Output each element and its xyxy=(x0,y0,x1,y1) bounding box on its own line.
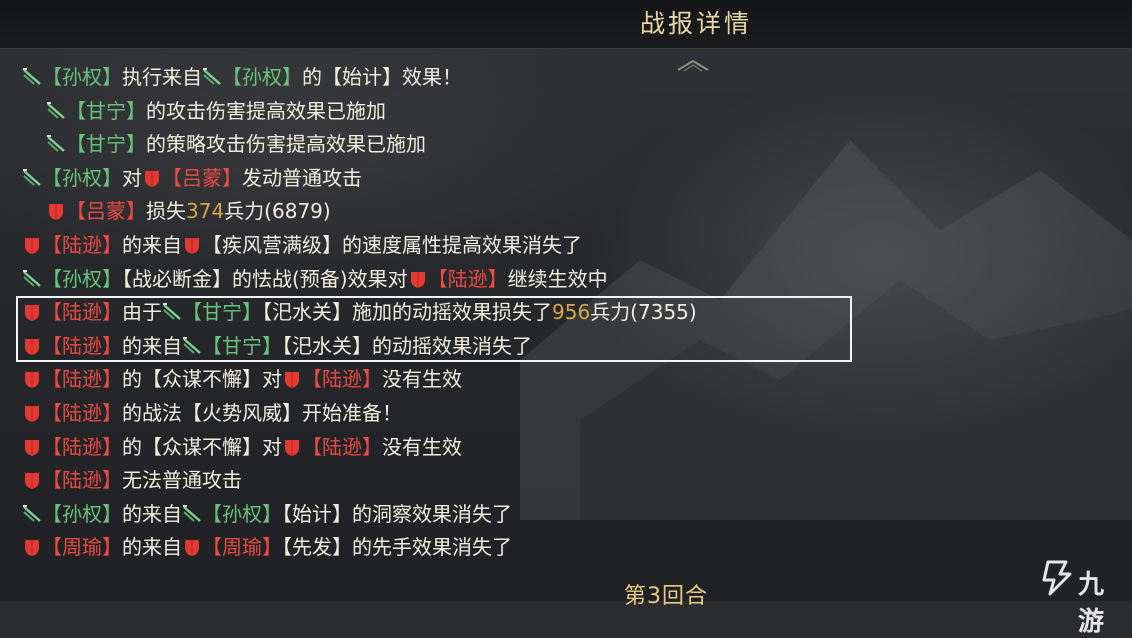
highlight-box xyxy=(16,296,852,362)
log-entry: 【吕蒙】损失374兵力(6879) xyxy=(46,196,331,226)
shield-icon xyxy=(25,439,39,456)
shield-icon xyxy=(285,439,299,456)
log-text: 【战必断金】的怯战(预备)效果对 xyxy=(122,266,408,291)
log-text: 执行来自 xyxy=(122,65,202,89)
general-name: 【陆逊】 xyxy=(427,266,508,291)
log-entry: 【陆逊】的战法【火势风威】开始准备！ xyxy=(22,398,402,428)
shield-icon xyxy=(25,238,39,254)
log-entry: 【孙权】对 【吕蒙】发动普通攻击 xyxy=(22,163,362,193)
log-entry: 【孙权】的来自 【孙权】【始计】的洞察效果消失了 xyxy=(22,499,512,529)
log-entry: 【周瑜】的来自 【周瑜】【先发】的先手效果消失了 xyxy=(22,532,512,562)
general-name: 【孙权】 xyxy=(42,501,122,526)
log-text: 兵力(6879) xyxy=(224,199,331,224)
log-text: 【始计】的洞察效果消失了 xyxy=(282,501,512,526)
general-name: 【甘宁】 xyxy=(66,132,146,157)
sword-icon xyxy=(23,269,41,287)
log-text: 继续生效中 xyxy=(507,266,608,291)
general-name: 【陆逊】 xyxy=(302,434,382,459)
watermark: 九游 xyxy=(1040,556,1104,637)
shield-icon xyxy=(185,540,199,557)
round-label: 第3回合 xyxy=(624,584,708,609)
general-name: 【孙权】 xyxy=(42,65,122,89)
general-name: 【吕蒙】 xyxy=(162,165,242,190)
log-text: 的攻击伤害提高效果已施加 xyxy=(146,98,386,123)
shield-icon xyxy=(25,473,39,490)
log-text: 发动普通攻击 xyxy=(242,165,362,190)
log-text: 的来自 xyxy=(122,535,182,560)
log-entry: 【甘宁】的攻击伤害提高效果已施加 xyxy=(46,96,386,126)
general-name: 【孙权】 xyxy=(42,165,122,190)
sword-icon xyxy=(23,504,41,522)
log-text: 的战法【火势风威】开始准备！ xyxy=(122,401,402,425)
sword-icon xyxy=(47,101,65,119)
page-title: 战报详情 xyxy=(639,9,752,38)
shield-icon xyxy=(145,170,159,187)
log-text: 的来自 xyxy=(122,233,182,257)
watermark-text: 九游 xyxy=(1078,570,1106,637)
log-text: 的【众谋不懈】对 xyxy=(122,367,282,392)
shield-icon xyxy=(410,271,425,288)
general-name: 【陆逊】 xyxy=(42,401,122,425)
scroll-up-indicator-icon[interactable] xyxy=(676,58,710,72)
general-name: 【周瑜】 xyxy=(42,535,122,560)
shield-icon xyxy=(285,372,299,389)
log-entry: 【孙权】执行来自 【孙权】的【始计】效果！ xyxy=(22,62,462,92)
general-name: 【吕蒙】 xyxy=(66,199,146,224)
sword-icon xyxy=(47,135,65,153)
shield-icon xyxy=(25,540,39,557)
log-text: 【疾风营满级】的速度属性提高效果消失了 xyxy=(202,233,582,257)
sword-icon xyxy=(23,68,41,85)
sword-icon xyxy=(23,168,41,186)
log-text: 对 xyxy=(122,165,142,190)
log-text: 没有生效 xyxy=(382,367,462,392)
log-text: 的【始计】效果！ xyxy=(302,65,462,89)
log-text: 的【众谋不懈】对 xyxy=(122,434,282,459)
log-text: 无法普通攻击 xyxy=(122,468,242,493)
general-name: 【孙权】 xyxy=(42,266,122,291)
troop-number: 374 xyxy=(186,199,225,224)
log-text: 的来自 xyxy=(122,501,182,526)
shield-icon xyxy=(25,372,39,389)
log-entry: 【陆逊】的来自 【疾风营满级】的速度属性提高效果消失了 xyxy=(22,230,582,260)
mountain-backdrop xyxy=(520,140,1132,520)
log-text: 损失 xyxy=(146,199,186,224)
log-text: 【先发】的先手效果消失了 xyxy=(282,535,512,560)
log-text: 没有生效 xyxy=(382,434,462,459)
shield-icon xyxy=(49,204,63,221)
log-text: 的策略攻击伤害提高效果已施加 xyxy=(146,132,426,157)
general-name: 【周瑜】 xyxy=(202,535,282,560)
log-entry: 【孙权】【战必断金】的怯战(预备)效果对 【陆逊】继续生效中 xyxy=(22,264,608,294)
general-name: 【陆逊】 xyxy=(42,367,122,392)
watermark-logo-icon xyxy=(1042,560,1072,596)
shield-icon xyxy=(25,406,39,422)
general-name: 【陆逊】 xyxy=(302,367,382,392)
title-bar: 战报详情 xyxy=(0,0,1132,49)
shield-icon xyxy=(185,238,199,254)
general-name: 【陆逊】 xyxy=(42,233,122,257)
log-entry: 【陆逊】无法普通攻击 xyxy=(22,465,242,495)
general-name: 【陆逊】 xyxy=(42,434,122,459)
log-entry: 【陆逊】的【众谋不懈】对 【陆逊】没有生效 xyxy=(22,364,462,394)
general-name: 【孙权】 xyxy=(202,501,282,526)
log-entry: 【陆逊】的【众谋不懈】对 【陆逊】没有生效 xyxy=(22,432,462,462)
sword-icon xyxy=(203,68,221,85)
general-name: 【孙权】 xyxy=(222,65,302,89)
log-entry: 【甘宁】的策略攻击伤害提高效果已施加 xyxy=(46,129,426,159)
general-name: 【甘宁】 xyxy=(66,98,146,123)
sword-icon xyxy=(183,504,201,522)
general-name: 【陆逊】 xyxy=(42,468,122,493)
